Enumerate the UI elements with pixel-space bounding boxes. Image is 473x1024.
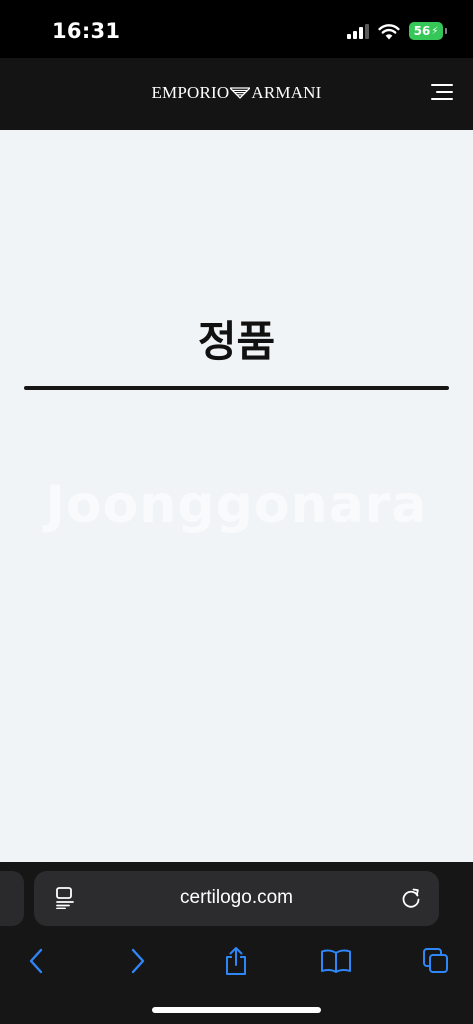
previous-tab-preview[interactable] (0, 871, 24, 926)
share-icon (226, 947, 246, 975)
forward-button[interactable] (118, 942, 158, 980)
status-time: 16:31 (52, 19, 121, 43)
chevron-right-icon (131, 948, 145, 974)
back-button[interactable] (16, 942, 56, 980)
brand-logo-right: ARMANI (251, 83, 322, 102)
phone-screen: 16:31 56 ⚡ EMPORIO ARMANI 정품 Joonggonara… (0, 0, 473, 1024)
reload-icon[interactable] (400, 887, 422, 909)
home-indicator[interactable] (152, 1007, 321, 1013)
bookmarks-button[interactable] (316, 942, 356, 980)
cellular-signal-icon (347, 23, 369, 39)
hamburger-menu-icon[interactable] (429, 83, 453, 103)
brand-logo[interactable]: EMPORIO ARMANI (0, 83, 473, 103)
url-text: certilogo.com (180, 887, 293, 908)
wifi-icon (378, 23, 400, 39)
chevron-left-icon (29, 948, 43, 974)
share-button[interactable] (216, 942, 256, 980)
brand-logo-left: EMPORIO (151, 83, 230, 102)
book-icon (321, 949, 351, 973)
heading-divider (24, 386, 449, 390)
battery-level: 56 (413, 24, 431, 38)
status-indicators: 56 ⚡ (347, 22, 447, 40)
eagle-logo-icon (230, 86, 251, 99)
tabs-icon (423, 948, 448, 973)
page-content: 정품 Joonggonara (0, 130, 473, 862)
browser-toolbar: certilogo.com (0, 862, 473, 1024)
tabs-button[interactable] (416, 942, 456, 980)
charging-bolt-icon: ⚡ (431, 25, 439, 37)
address-bar[interactable]: certilogo.com (34, 871, 439, 926)
site-header: EMPORIO ARMANI (0, 58, 473, 130)
status-bar: 16:31 56 ⚡ (0, 0, 473, 58)
authenticity-heading: 정품 (197, 317, 276, 366)
battery-icon: 56 ⚡ (409, 22, 447, 40)
watermark-text: Joonggonara (45, 475, 428, 535)
